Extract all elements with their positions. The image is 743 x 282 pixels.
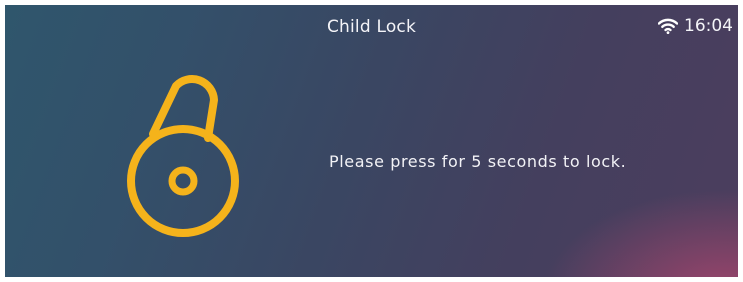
status-bar: 16:04 [658, 16, 733, 36]
padlock-body [127, 125, 239, 237]
child-lock-screen: Child Lock 16:04 Please press for 5 seco… [5, 5, 738, 277]
page-title: Child Lock [326, 17, 417, 37]
lock-instruction-text: Please press for 5 seconds to lock. [329, 152, 627, 171]
status-time: 16:04 [684, 16, 733, 36]
unlocked-padlock-icon[interactable] [120, 60, 250, 245]
wifi-icon [658, 18, 678, 34]
padlock-keyhole [168, 166, 198, 196]
